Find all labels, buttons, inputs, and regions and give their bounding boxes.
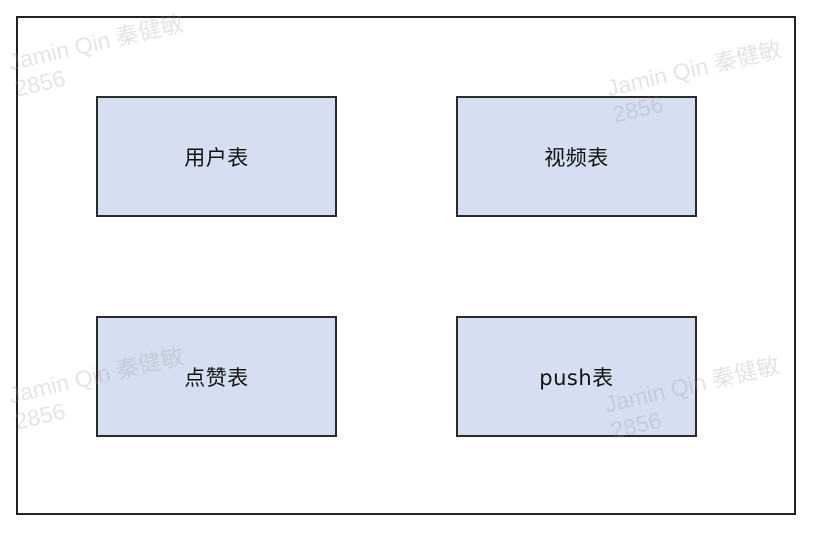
diagram-frame (16, 16, 796, 515)
node-like-table[interactable]: 点赞表 (96, 316, 337, 437)
node-video-table[interactable]: 视频表 (456, 96, 697, 217)
node-user-table[interactable]: 用户表 (96, 96, 337, 217)
node-video-table-label: 视频表 (544, 145, 609, 170)
node-push-table[interactable]: push表 (456, 316, 697, 437)
node-user-table-label: 用户表 (184, 145, 249, 170)
node-like-table-label: 点赞表 (184, 365, 249, 390)
node-push-table-label: push表 (539, 365, 614, 390)
